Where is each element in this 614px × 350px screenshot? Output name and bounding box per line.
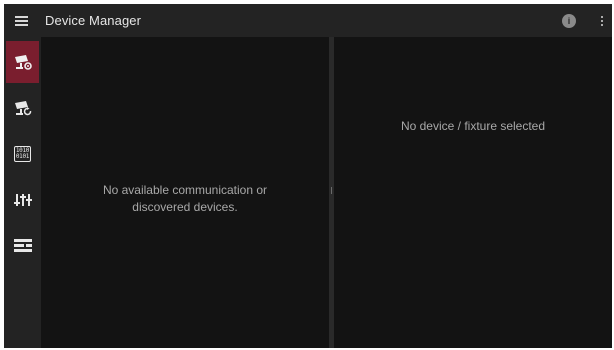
camera-refresh-icon bbox=[14, 101, 31, 116]
info-button[interactable]: i bbox=[562, 13, 576, 28]
page-title: Device Manager bbox=[45, 13, 142, 28]
device-list-panel: No available communication or discovered… bbox=[41, 37, 329, 348]
device-manager-window: Device Manager i 1010 0101 No available … bbox=[4, 4, 612, 348]
rail-item-sliders[interactable] bbox=[6, 179, 39, 221]
binary-icon: 1010 0101 bbox=[13, 146, 32, 162]
more-options-button[interactable] bbox=[596, 11, 608, 31]
hamburger-icon bbox=[14, 15, 28, 26]
info-icon: i bbox=[567, 15, 571, 26]
list-icon bbox=[13, 239, 32, 252]
splitter-grip-icon bbox=[331, 187, 332, 194]
top-app-bar: Device Manager i bbox=[4, 4, 612, 37]
camera-gear-icon bbox=[14, 55, 32, 70]
sliders-icon bbox=[13, 194, 32, 206]
empty-device-list-message: No available communication or discovered… bbox=[102, 182, 268, 214]
more-vert-icon bbox=[601, 15, 603, 18]
rail-item-discovered-devices[interactable] bbox=[6, 87, 39, 129]
device-detail-panel: No device / fixture selected bbox=[334, 37, 612, 348]
navigation-rail: 1010 0101 bbox=[4, 37, 41, 348]
no-selection-message: No device / fixture selected bbox=[400, 119, 546, 133]
rail-item-list[interactable] bbox=[6, 225, 39, 267]
rail-item-binary[interactable]: 1010 0101 bbox=[6, 133, 39, 175]
menu-button[interactable] bbox=[4, 4, 38, 37]
rail-item-fixture-devices[interactable] bbox=[6, 41, 39, 83]
